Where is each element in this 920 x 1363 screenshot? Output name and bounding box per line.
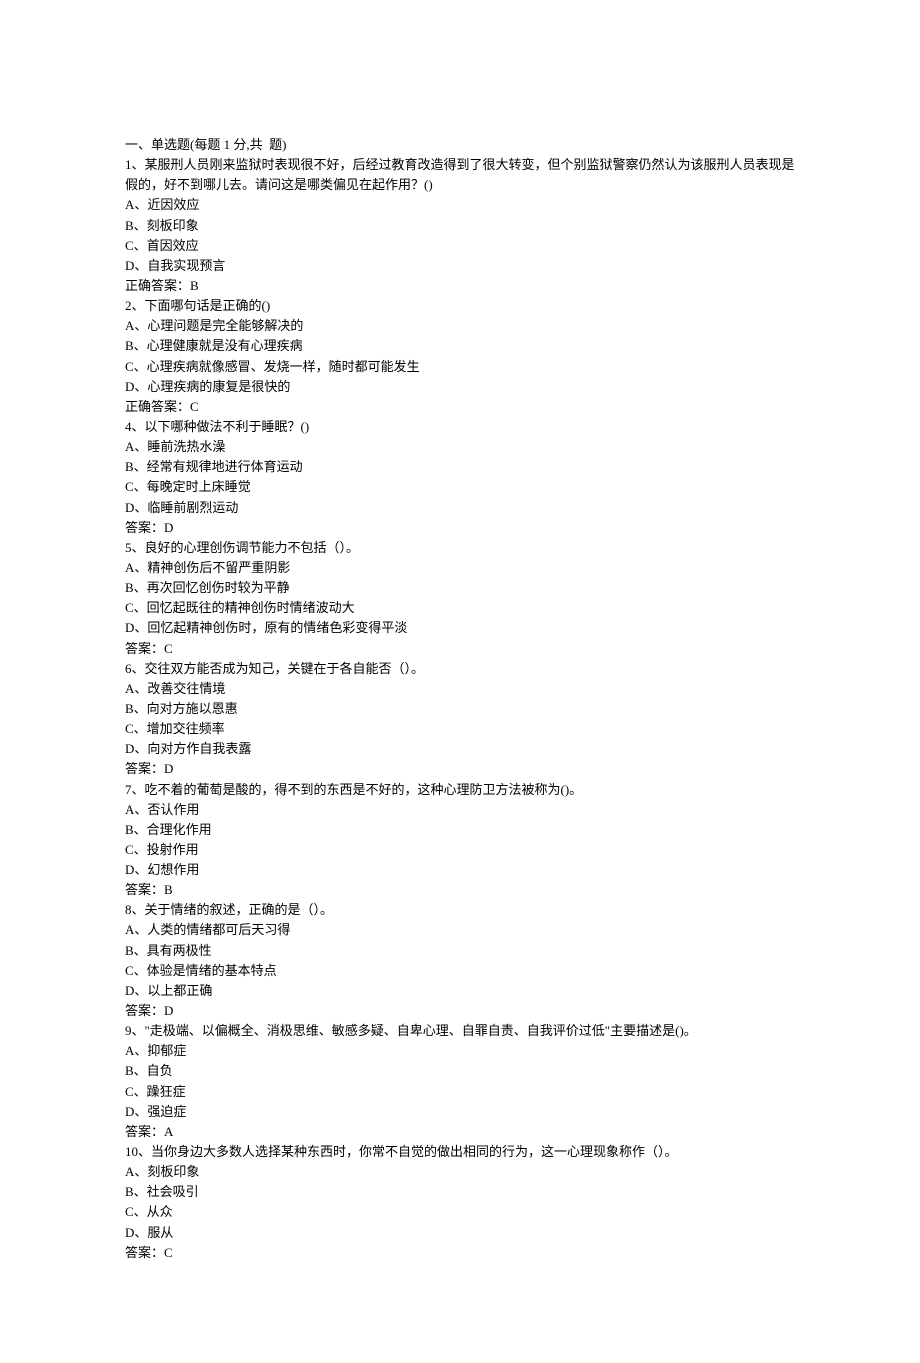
question-stem: 9、"走极端、以偏概全、消极思维、敏感多疑、自卑心理、自罪自责、自我评价过低"主…: [125, 1021, 795, 1041]
question-answer: 正确答案：B: [125, 276, 795, 296]
question-option: A、否认作用: [125, 800, 795, 820]
question-option: B、心理健康就是没有心理疾病: [125, 336, 795, 356]
question-option: B、经常有规律地进行体育运动: [125, 457, 795, 477]
question-option: B、合理化作用: [125, 820, 795, 840]
question-answer: 答案：D: [125, 1001, 795, 1021]
question-option: D、临睡前剧烈运动: [125, 498, 795, 518]
question-option: A、心理问题是完全能够解决的: [125, 316, 795, 336]
question-option: B、再次回忆创伤时较为平静: [125, 578, 795, 598]
question-answer: 正确答案：C: [125, 397, 795, 417]
question-answer: 答案：C: [125, 639, 795, 659]
question-stem: 10、当你身边大多数人选择某种东西时，你常不自觉的做出相同的行为，这一心理现象称…: [125, 1142, 795, 1162]
question-option: A、改善交往情境: [125, 679, 795, 699]
question-answer: 答案：B: [125, 880, 795, 900]
question-option: B、社会吸引: [125, 1182, 795, 1202]
question-stem: 4、以下哪种做法不利于睡眠？(): [125, 417, 795, 437]
question-option: A、人类的情绪都可后天习得: [125, 920, 795, 940]
question-option: C、回忆起既往的精神创伤时情绪波动大: [125, 598, 795, 618]
section-header: 一、单选题(每题 1 分,共 题): [125, 135, 795, 155]
question-stem: 6、交往双方能否成为知己，关键在于各自能否（）。: [125, 659, 795, 679]
question-option: D、自我实现预言: [125, 256, 795, 276]
question-option: D、服从: [125, 1223, 795, 1243]
question-option: D、强迫症: [125, 1102, 795, 1122]
question-option: C、体验是情绪的基本特点: [125, 961, 795, 981]
question-answer: 答案：A: [125, 1122, 795, 1142]
question-stem: 8、关于情绪的叙述，正确的是（）。: [125, 900, 795, 920]
question-option: A、睡前洗热水澡: [125, 437, 795, 457]
question-answer: 答案：C: [125, 1243, 795, 1263]
question-option: B、具有两极性: [125, 941, 795, 961]
question-answer: 答案：D: [125, 518, 795, 538]
question-option: A、刻板印象: [125, 1162, 795, 1182]
question-option: B、自负: [125, 1061, 795, 1081]
question-option: D、回忆起精神创伤时，原有的情绪色彩变得平淡: [125, 618, 795, 638]
question-option: D、幻想作用: [125, 860, 795, 880]
question-option: D、心理疾病的康复是很快的: [125, 377, 795, 397]
question-option: C、投射作用: [125, 840, 795, 860]
document-root: 一、单选题(每题 1 分,共 题)1、某服刑人员刚来监狱时表现很不好，后经过教育…: [125, 135, 795, 1263]
question-answer: 答案：D: [125, 759, 795, 779]
question-option: A、近因效应: [125, 195, 795, 215]
question-option: D、向对方作自我表露: [125, 739, 795, 759]
question-option: A、抑郁症: [125, 1041, 795, 1061]
question-option: C、从众: [125, 1202, 795, 1222]
question-stem: 1、某服刑人员刚来监狱时表现很不好，后经过教育改造得到了很大转变，但个别监狱警察…: [125, 155, 795, 195]
question-stem: 7、吃不着的葡萄是酸的，得不到的东西是不好的，这种心理防卫方法被称为()。: [125, 780, 795, 800]
question-option: C、心理疾病就像感冒、发烧一样，随时都可能发生: [125, 357, 795, 377]
question-option: B、向对方施以恩惠: [125, 699, 795, 719]
question-option: D、以上都正确: [125, 981, 795, 1001]
question-option: C、每晚定时上床睡觉: [125, 477, 795, 497]
question-option: B、刻板印象: [125, 216, 795, 236]
question-stem: 2、下面哪句话是正确的(): [125, 296, 795, 316]
question-option: A、精神创伤后不留严重阴影: [125, 558, 795, 578]
question-option: C、增加交往频率: [125, 719, 795, 739]
question-stem: 5、良好的心理创伤调节能力不包括（）。: [125, 538, 795, 558]
question-option: C、躁狂症: [125, 1082, 795, 1102]
question-option: C、首因效应: [125, 236, 795, 256]
